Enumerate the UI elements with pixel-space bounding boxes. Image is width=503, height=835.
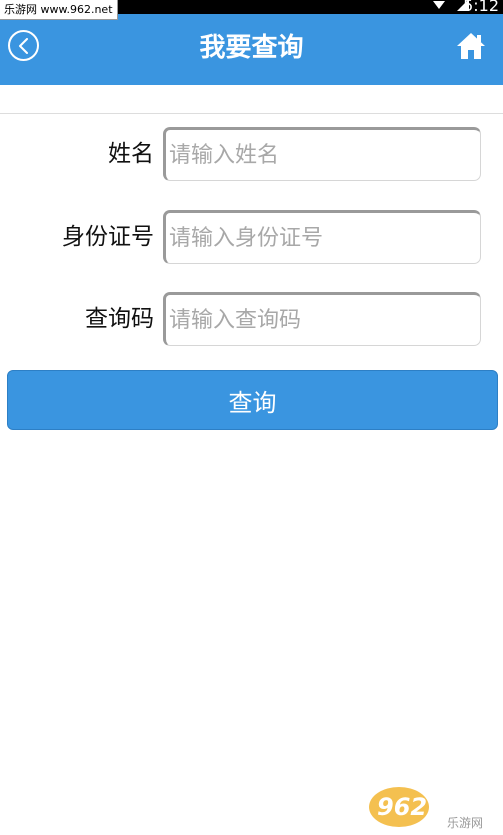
home-icon [457, 33, 485, 59]
name-input[interactable] [163, 127, 481, 181]
name-label: 姓名 [108, 141, 154, 167]
watermark-logo-sub: 乐游网 [447, 816, 483, 830]
form-row-query-code: 查询码 [0, 292, 503, 346]
wifi-icon [433, 1, 445, 9]
divider [0, 113, 503, 114]
header-bar: 我要查询 [0, 14, 503, 85]
id-number-label: 身份证号 [62, 224, 154, 250]
query-button[interactable]: 查询 [7, 370, 498, 430]
query-code-input[interactable] [163, 292, 481, 346]
id-number-input[interactable] [163, 210, 481, 264]
form-row-name: 姓名 [0, 127, 503, 181]
form-row-id-number: 身份证号 [0, 210, 503, 264]
watermark-logo: 962.NET 乐游网 [369, 785, 497, 831]
watermark-top-left: 乐游网 www.962.net [0, 0, 118, 20]
home-button[interactable] [455, 30, 487, 62]
query-code-label: 查询码 [85, 306, 154, 332]
status-time: 5:12 [463, 0, 499, 15]
page-title: 我要查询 [199, 33, 304, 63]
chevron-left-icon [18, 37, 28, 54]
back-button[interactable] [8, 30, 39, 61]
watermark-logo-graphic: 962.NET 乐游网 [369, 787, 491, 830]
